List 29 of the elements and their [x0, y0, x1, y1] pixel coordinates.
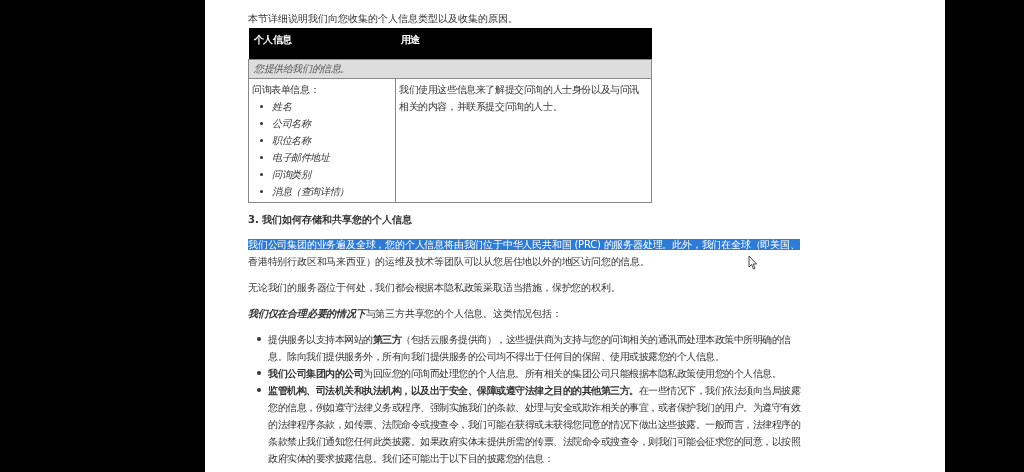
table-header: 用途 [395, 28, 652, 60]
bullet-icon [260, 105, 263, 108]
table-cell: 我们使用这些信息来了解提交问询的人士身份以及与问讯相关的内容，并联系提交问询的人士。 [395, 78, 652, 203]
mouse-cursor-icon [748, 255, 758, 270]
paragraph: 我们公司集团的业务遍及全球，您的个人信息将由我们位于中华人民共和国 (PRC) 的服务器处理。此外，我们在全球（即美国、 香港特别行政区和马来西亚）的运维及技术等团队可以从您居住地以外的地区访问您的信息。 [248, 238, 801, 269]
table-section-row: 您提供给我们的信息。 [248, 59, 652, 79]
list-item: 电子邮件地址 [272, 151, 330, 165]
section-heading: 3. 我们如何存储和共享您的个人信息 [248, 213, 414, 227]
bullet-item: 我们公司集团内的公司为回应您的问询而处理您的个人信息。所有相关的集团公司只能根据本隐私政策使用您的个人信息。 [268, 367, 782, 381]
bullet-icon [257, 388, 261, 392]
bullet-icon [260, 190, 263, 193]
bullet-icon [260, 156, 263, 159]
list-item: 消息（查询详情） [272, 185, 349, 199]
bullet-icon [257, 371, 261, 375]
bullet-icon [260, 173, 263, 176]
list-item: 问询类别 [272, 168, 311, 182]
bullet-icon [260, 139, 263, 142]
paragraph: 我们仅在合理必要的情况下与第三方共享您的个人信息。这类情况包括： [248, 307, 563, 321]
bullet-item: 提供服务以支持本网站的第三方（包括云服务提供商），这些提供商为支持与您的问询相关的通讯而处理本政策中所明确的信息。除向我们提供服务外，所有向我们提供服务的公司均不得出于任何目的保留、使用或披露您的个人信息。 [268, 333, 792, 364]
list-item: 姓名 [272, 100, 292, 114]
table-header: 个人信息 [248, 28, 396, 60]
paragraph: 无论我们的服务器位于何处，我们都会根据本隐私政策采取适当措施，保护您的权利。 [248, 281, 622, 295]
intro-text: 本节详细说明我们向您收集的个人信息类型以及收集的原因。 [248, 12, 519, 26]
bullet-item: 监管机构、司法机关和执法机构，以及出于安全、保障或遵守法律之目的的其他第三方。在一些情况下，我们依法须向当局披露您的信息，例如遵守法律义务或程序、强制实施我们的条款、处理与安全或欺诈相关的事宜，或者保护我们的用户。为遵守有效的法律程序条款，如传票、法院命令或搜查令，我们可能在获得或未获得您同意的情况下做出这些披露。一般而言，法律程序的条款禁止我们通知您任何此类披露。如果政府实体未提供所需的传票、法院命令或搜查令，则我们可能会征求您的同意，以按照政府实体的要求披露信息。我们还可能出于以下目的披露您的信息： [268, 384, 802, 466]
bullet-icon [260, 122, 263, 125]
list-item: 公司名称 [272, 117, 311, 131]
list-item: 职位名称 [272, 134, 311, 148]
bullet-icon [257, 337, 261, 341]
cell-label: 问询表单信息： [252, 83, 321, 97]
